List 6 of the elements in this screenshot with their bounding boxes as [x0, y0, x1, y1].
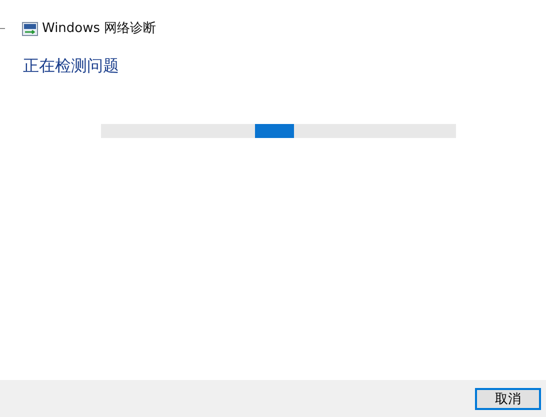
- cancel-button[interactable]: 取消: [475, 388, 541, 410]
- progress-marquee: [255, 124, 294, 138]
- page-heading: 正在检测问题: [23, 56, 119, 76]
- window-title: Windows 网络诊断: [42, 20, 156, 38]
- dash-icon: [0, 28, 5, 29]
- network-icon: [22, 22, 38, 36]
